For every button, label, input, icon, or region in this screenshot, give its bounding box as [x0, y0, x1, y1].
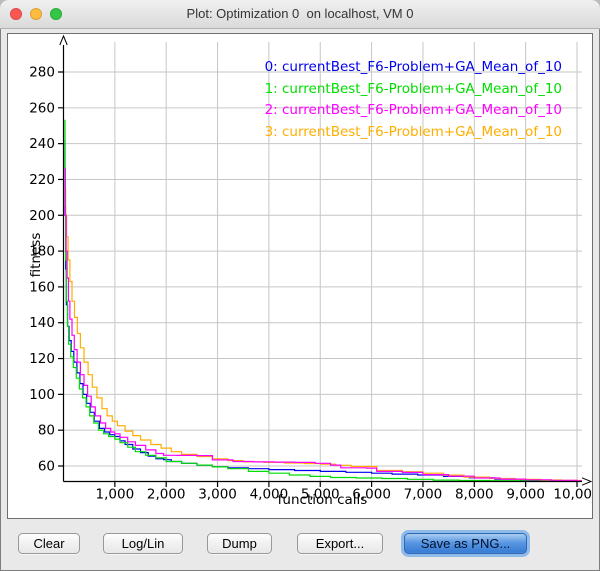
- zoom-button[interactable]: [50, 8, 62, 20]
- x-axis-title: function calls: [63, 492, 582, 508]
- legend-entry: 2: currentBest_F6-Problem+GA_Mean_of_10: [265, 100, 562, 122]
- tick-label: 100: [29, 387, 55, 403]
- traffic-lights: [10, 8, 62, 20]
- legend-entry: 0: currentBest_F6-Problem+GA_Mean_of_10: [265, 57, 562, 79]
- tick-label: 60: [38, 459, 55, 475]
- series-line-1: [65, 120, 583, 481]
- legend-entry: 1: currentBest_F6-Problem+GA_Mean_of_10: [265, 79, 562, 101]
- tick-label: 220: [29, 172, 55, 188]
- series-line-3: [65, 188, 583, 480]
- legend-entry: 3: currentBest_F6-Problem+GA_Mean_of_10: [265, 122, 562, 144]
- export-button[interactable]: Export...: [297, 533, 383, 554]
- save-as-png-button[interactable]: Save as PNG...: [404, 533, 527, 554]
- dump-button[interactable]: Dump: [207, 533, 272, 554]
- close-button[interactable]: [10, 8, 22, 20]
- tick-label: 120: [29, 351, 55, 367]
- clear-button[interactable]: Clear: [18, 533, 80, 554]
- tick-label: 240: [29, 136, 55, 152]
- plot-panel: 60801001201401601802002202402602801,0002…: [7, 33, 593, 519]
- window-titlebar[interactable]: Plot: Optimization 0 on localhost, VM 0: [0, 0, 600, 29]
- plot-window: Plot: Optimization 0 on localhost, VM 0 …: [0, 0, 600, 571]
- loglin-button[interactable]: Log/Lin: [103, 533, 183, 554]
- minimize-button[interactable]: [30, 8, 42, 20]
- y-axis-title: fitness: [28, 215, 44, 295]
- tick-label: 140: [29, 315, 55, 331]
- tick-label: 260: [29, 100, 55, 116]
- chart-legend: 0: currentBest_F6-Problem+GA_Mean_of_101…: [265, 57, 562, 143]
- tick-label: 280: [29, 65, 55, 81]
- tick-label: 80: [38, 423, 55, 439]
- x-axis-arrow-icon: [582, 478, 591, 485]
- toolbar: Clear Log/Lin Dump Export... Save as PNG…: [0, 533, 600, 557]
- window-title: Plot: Optimization 0 on localhost, VM 0: [70, 0, 530, 28]
- y-axis-arrow-icon: [60, 36, 67, 45]
